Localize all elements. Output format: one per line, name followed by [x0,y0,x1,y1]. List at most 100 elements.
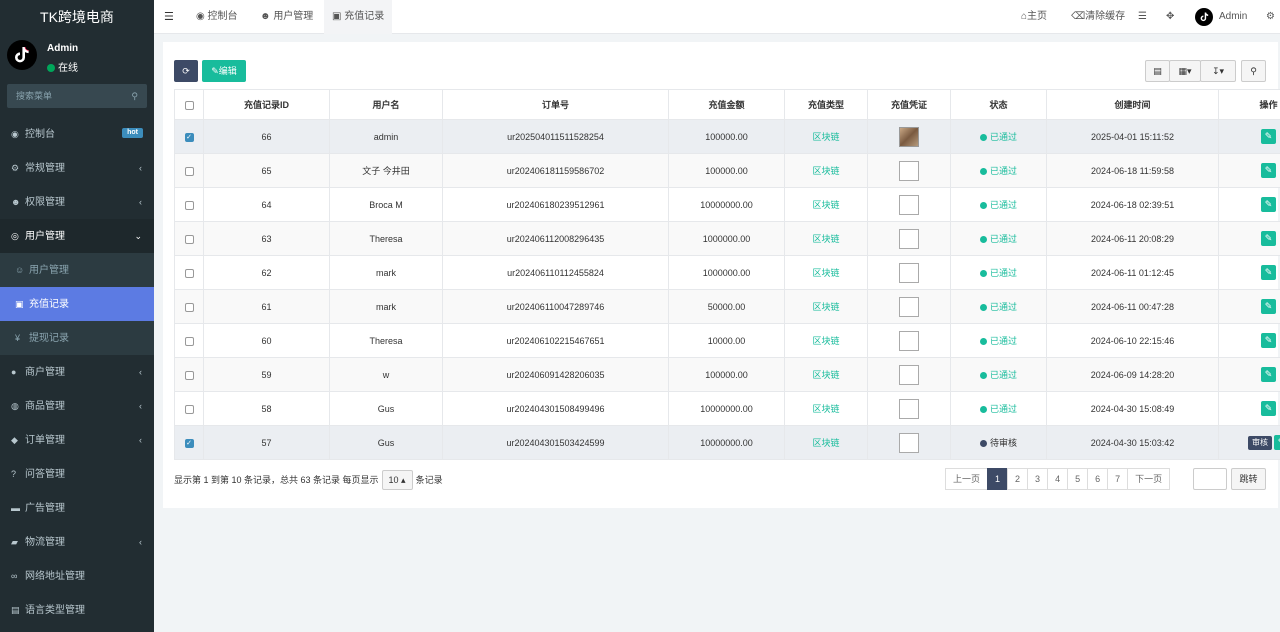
header-username[interactable]: 用户名 [329,89,443,120]
header-type[interactable]: 充值类型 [784,89,868,120]
page-button-6[interactable]: 6 [1087,468,1109,490]
row-select-cell[interactable]: ✓ [174,425,204,460]
voucher-image[interactable] [899,432,919,453]
jump-page-input[interactable] [1193,468,1227,490]
voucher-image[interactable] [899,126,919,147]
type-link[interactable]: 区块链 [812,404,839,414]
tab-dashboard[interactable]: ◉ 控制台 [188,0,246,34]
voucher-image[interactable] [899,160,919,181]
page-button-5[interactable]: 5 [1067,468,1089,490]
sidebar-item-12[interactable]: ▰ 物流管理 ‹ [0,525,154,559]
page-button-2[interactable]: 2 [1007,468,1029,490]
edit-button[interactable]: ✎编辑 [202,60,246,82]
header-order-no[interactable]: 订单号 [442,89,669,120]
row-select-cell[interactable] [174,255,204,290]
page-button-4[interactable]: 4 [1047,468,1069,490]
search-button[interactable]: ⚲ [1241,60,1266,82]
voucher-image[interactable] [899,398,919,419]
row-checkbox[interactable] [184,336,194,346]
page-button-7[interactable]: 7 [1107,468,1129,490]
type-link[interactable]: 区块链 [812,132,839,142]
review-button[interactable]: 审核 [1248,435,1272,450]
table-row[interactable]: ✓ 57 Gus ur202404301503424599 10000000.00 区块链… [174,425,1280,460]
header-created-time[interactable]: 创建时间 [1046,89,1219,120]
sidebar-item-3[interactable]: ◎ 用户管理 ⌄ [0,219,154,253]
page-size-select[interactable]: 10 ▴ [381,470,413,490]
row-checkbox[interactable] [184,234,194,244]
row-checkbox[interactable] [184,370,194,380]
table-row[interactable]: 58 Gus ur202404301508499496 10000000.00 区块链 已… [174,391,1280,426]
row-checkbox[interactable] [184,166,194,176]
type-link[interactable]: 区块链 [812,268,839,278]
edit-row-button[interactable]: ✎ [1261,265,1276,280]
sidebar-item-5[interactable]: ▣ 充值记录 [0,287,154,321]
row-select-cell[interactable] [174,391,204,426]
sidebar-toggle-icon[interactable]: ☰ [164,0,174,34]
sidebar-item-11[interactable]: ▬ 广告管理 [0,491,154,525]
sidebar-item-4[interactable]: ☺ 用户管理 [0,253,154,287]
edit-row-button[interactable]: ✎ [1261,129,1276,144]
header-id[interactable]: 充值记录ID [203,89,330,120]
translate-icon[interactable]: ☰ [1138,0,1147,34]
type-link[interactable]: 区块链 [812,200,839,210]
voucher-image[interactable] [899,228,919,249]
row-checkbox[interactable] [184,200,194,210]
page-button-1[interactable]: 1 [987,468,1009,490]
row-checkbox[interactable] [184,268,194,278]
sidebar-item-10[interactable]: ? 问答管理 [0,457,154,491]
columns-dropdown-button[interactable]: ▦▾ [1169,60,1201,82]
header-amount[interactable]: 充值金额 [668,89,785,120]
page-button-3[interactable]: 3 [1027,468,1049,490]
row-checkbox[interactable]: ✓ [184,438,194,448]
row-select-cell[interactable] [174,289,204,324]
table-row[interactable]: 63 Theresa ur202406112008296435 1000000.00 区… [174,221,1280,256]
row-select-cell[interactable] [174,357,204,392]
row-checkbox[interactable]: ✓ [184,132,194,142]
jump-button[interactable]: 跳转 [1231,468,1266,490]
clear-cache-button[interactable]: ⌫清除缓存 [1071,0,1125,34]
table-row[interactable]: 64 Broca Mur202406180239512961 10000000.00… [174,187,1280,222]
sidebar-item-2[interactable]: ☻ 权限管理 ‹ [0,185,154,219]
sidebar-item-14[interactable]: ▤ 语言类型管理 [0,593,154,627]
voucher-image[interactable] [899,364,919,385]
tab-recharge-records[interactable]: ▣ 充值记录 [324,0,393,34]
edit-row-button[interactable]: ✎ [1261,367,1276,382]
row-checkbox[interactable] [184,404,194,414]
edit-row-button[interactable]: ✎ [1261,163,1276,178]
table-row[interactable]: ✓ 66 admin ur202504011511528254 100000.00 区块链… [174,119,1280,154]
row-select-cell[interactable]: ✓ [174,119,204,154]
row-select-cell[interactable] [174,221,204,256]
settings-gear-icon[interactable]: ⚙ [1266,0,1275,34]
type-link[interactable]: 区块链 [812,234,839,244]
search-icon[interactable]: ⚲ [131,84,138,108]
voucher-image[interactable] [899,330,919,351]
admin-menu[interactable]: Admin [1195,0,1247,34]
edit-row-button[interactable]: ✎ [1261,401,1276,416]
row-select-cell[interactable] [174,187,204,222]
voucher-image[interactable] [899,296,919,317]
edit-row-button[interactable]: ✎ [1261,197,1276,212]
fullscreen-icon[interactable]: ✥ [1166,0,1174,34]
prev-page-button[interactable]: 上一页 [945,468,989,490]
table-row[interactable]: 60 Theresa ur202406102215467651 10000.00 区块链… [174,323,1280,358]
sidebar-item-8[interactable]: ◍ 商品管理 ‹ [0,389,154,423]
select-all-checkbox[interactable] [184,100,194,110]
export-dropdown-button[interactable]: ↧▾ [1200,60,1236,82]
next-page-button[interactable]: 下一页 [1127,468,1171,490]
menu-search-input[interactable]: 搜索菜单 ⚲ [7,84,147,108]
refresh-button[interactable]: ⟳ [174,60,198,82]
edit-row-button[interactable]: ✎ [1261,333,1276,348]
row-select-cell[interactable] [174,323,204,358]
home-link[interactable]: ⌂主页 [1021,0,1047,34]
sidebar-item-13[interactable]: ∞ 网络地址管理 [0,559,154,593]
sidebar-item-9[interactable]: ◆ 订单管理 ‹ [0,423,154,457]
table-row[interactable]: 61 mark ur202406110047289746 50000.00 区块链 已通过… [174,289,1280,324]
table-row[interactable]: 65 文子 今井田 ur202406181159586702 100000.00 区块链… [174,153,1280,188]
sidebar-item-6[interactable]: ¥ 提现记录 [0,321,154,355]
table-row[interactable]: 62 mark ur202406110112455824 1000000.00 区块链 已… [174,255,1280,290]
row-select-cell[interactable] [174,153,204,188]
voucher-image[interactable] [899,194,919,215]
header-voucher[interactable]: 充值凭证 [867,89,951,120]
edit-row-button[interactable]: ✎ [1261,231,1276,246]
type-link[interactable]: 区块链 [812,370,839,380]
